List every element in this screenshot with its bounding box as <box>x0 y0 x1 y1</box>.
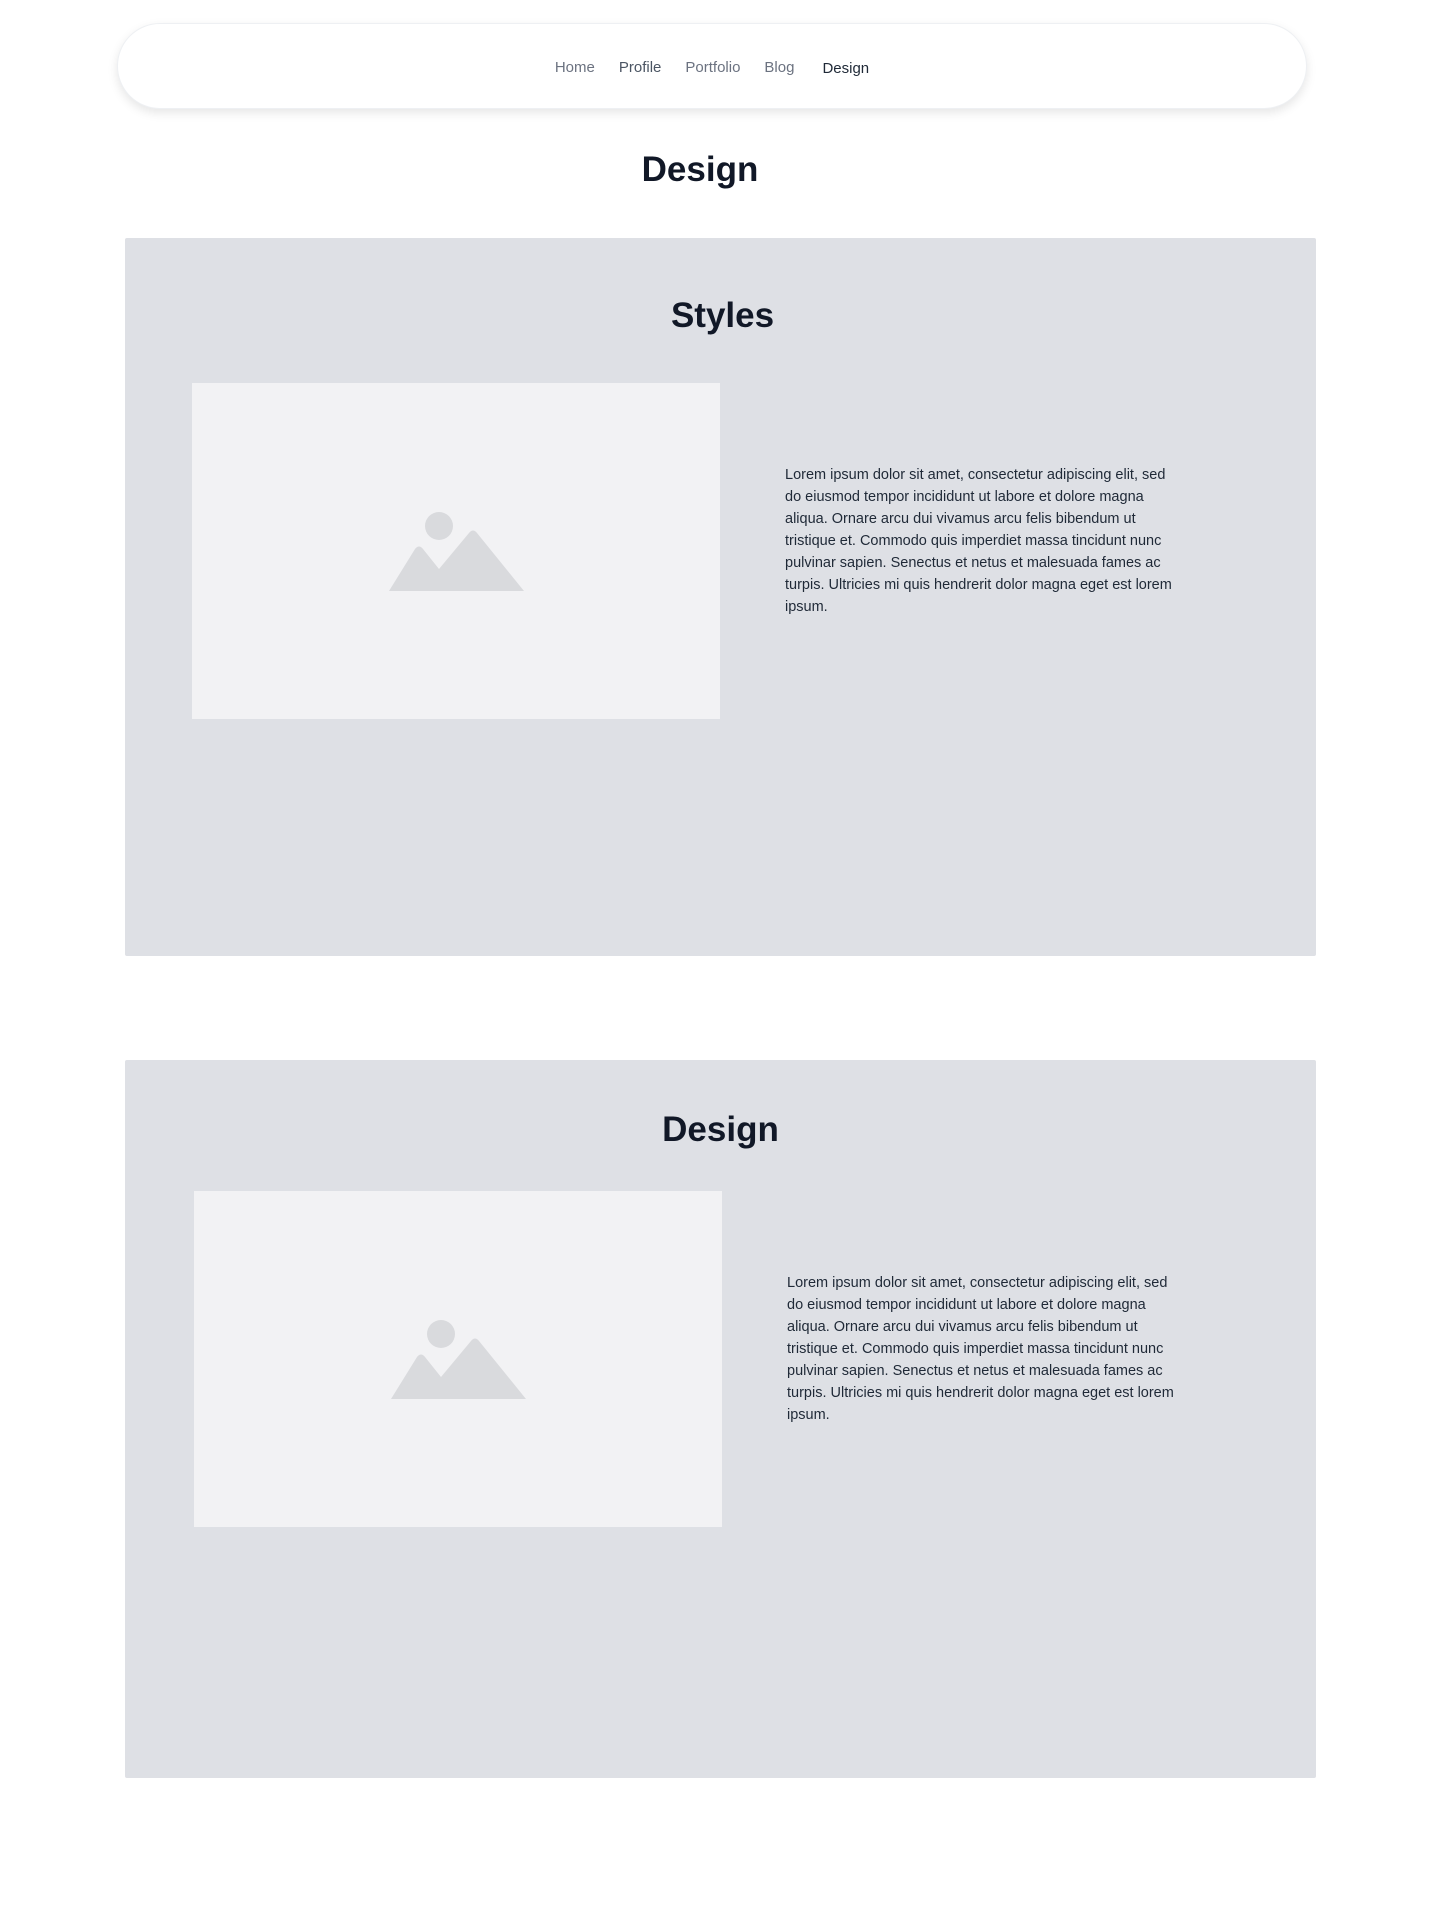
section-body-text: Lorem ipsum dolor sit amet, consectetur … <box>787 1275 1174 1423</box>
image-placeholder-icon <box>389 1319 527 1399</box>
section-design: Design Lorem ipsum dolor sit amet, conse… <box>125 1060 1316 1778</box>
section-body-text: Lorem ipsum dolor sit amet, consectetur … <box>785 467 1172 615</box>
nav-link-home[interactable]: Home <box>555 59 595 76</box>
top-navbar: Home Profile Portfolio Blog Design <box>117 23 1307 109</box>
nav-links: Home Profile Portfolio Blog Design <box>118 24 1306 110</box>
section-title: Design <box>662 1110 779 1149</box>
nav-link-design[interactable]: Design <box>822 60 869 77</box>
image-placeholder <box>192 383 720 719</box>
nav-link-profile[interactable]: Profile <box>619 59 662 76</box>
nav-link-blog[interactable]: Blog <box>764 59 794 76</box>
page-title: Design <box>641 150 759 189</box>
section-styles: Styles Lorem ipsum dolor sit amet, conse… <box>125 238 1316 956</box>
section-title: Styles <box>670 296 775 335</box>
image-placeholder-icon <box>387 511 525 591</box>
nav-link-portfolio[interactable]: Portfolio <box>685 59 740 76</box>
image-placeholder <box>194 1191 722 1527</box>
